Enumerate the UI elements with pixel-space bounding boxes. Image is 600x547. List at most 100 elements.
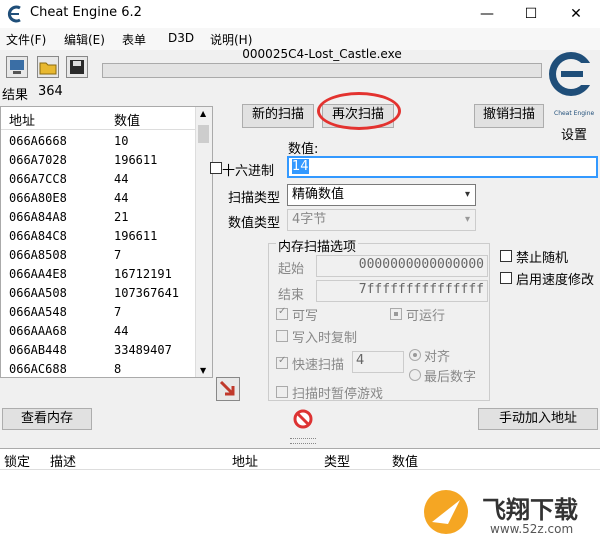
copy-on-write-label: 写入时复制 [292,331,358,346]
memory-options-title: 内存扫描选项 [276,236,359,255]
copy-on-write-checkbox[interactable] [276,330,288,342]
list-scrollbar[interactable]: ▲ ▼ [195,107,212,377]
window-title: Cheat Engine 6.2 [30,5,142,20]
list-item[interactable]: 066AB448 33489407 [1,343,196,361]
row-value: 33489407 [114,343,172,357]
col-table-address[interactable]: 地址 [232,451,258,470]
hex-checkbox[interactable] [210,162,222,174]
pause-label: 扫描时暂停游戏 [292,387,384,402]
row-value: 7 [114,305,122,319]
row-value: 107367641 [114,286,180,300]
row-address: 066A8508 [9,248,67,262]
maximize-button[interactable]: ☐ [509,0,553,28]
list-item[interactable]: 066AA4E8 16712191 [1,267,196,285]
row-address: 066AAA68 [9,324,67,338]
row-address: 066AA508 [9,286,67,300]
no-random-checkbox[interactable] [500,250,512,262]
results-list[interactable]: 地址 数值 066A6668 10 066A7028 196611 066A7CC8 44… [0,106,213,378]
executable-checkbox[interactable] [390,308,402,320]
list-item[interactable]: 066A8508 7 [1,248,196,266]
col-description[interactable]: 描述 [50,451,76,470]
new-scan-button[interactable]: 新的扫描 [242,104,314,128]
watermark-logo-icon [424,490,468,534]
process-name: 000025C4-Lost_Castle.exe [242,47,402,61]
list-item[interactable]: 066AA508 107367641 [1,286,196,304]
col-table-value[interactable]: 数值 [392,451,418,470]
watermark-url: www.52z.com [490,522,574,536]
row-address: 066A84C8 [9,229,67,243]
list-item[interactable]: 066A80E8 44 [1,191,196,209]
add-address-button[interactable]: 手动加入地址 [478,408,598,430]
row-value: 44 [114,324,129,338]
list-item[interactable]: 066A7CC8 44 [1,172,196,190]
list-item[interactable]: 066AAA68 44 [1,324,196,342]
minimize-button[interactable]: — [465,0,509,28]
fast-scan-checkbox[interactable]: ✓ [276,355,288,369]
writable-checkbox[interactable]: ✓ [276,306,288,320]
red-arrow-icon [219,380,235,396]
open-folder-icon[interactable] [37,56,59,78]
row-value: 7 [114,248,122,262]
row-value: 196611 [114,153,158,167]
stop-icon[interactable] [292,408,314,430]
scan-type-select[interactable]: 精确数值 ▾ [287,184,476,206]
menu-d3d[interactable]: D3D [168,31,194,45]
save-icon[interactable] [66,56,88,78]
settings-label[interactable]: 设置 [561,124,587,143]
menu-help[interactable]: 说明(H) [210,31,252,48]
align-radio[interactable] [409,349,421,361]
value-type-label: 数值类型 [228,216,281,231]
menu-edit[interactable]: 编辑(E) [64,31,105,48]
writable-label: 可写 [292,309,319,324]
col-value[interactable]: 数值 [114,110,140,129]
value-input[interactable]: 14 [287,156,598,178]
last-digits-label: 最后数字 [424,370,477,385]
row-address: 066AA548 [9,305,67,319]
row-address: 066AA4E8 [9,267,67,281]
end-address-input[interactable]: 7fffffffffffffff [316,280,488,302]
col-type[interactable]: 类型 [324,451,350,470]
align-label: 对齐 [424,350,451,365]
add-to-list-button[interactable] [216,377,240,401]
row-value: 8 [114,362,122,376]
row-value: 44 [114,191,129,205]
close-button[interactable]: ✕ [554,0,598,28]
pause-checkbox[interactable] [276,386,288,398]
row-value: 16712191 [114,267,172,281]
list-item[interactable]: 066AC688 8 [1,362,196,377]
view-memory-button[interactable]: 查看内存 [2,408,92,430]
col-address[interactable]: 地址 [9,110,35,129]
row-value: 10 [114,134,129,148]
open-process-icon[interactable] [6,56,28,78]
logo-text: Cheat Engine [554,110,595,117]
list-item[interactable]: 066A6668 10 [1,134,196,152]
list-item[interactable]: 066AA548 7 [1,305,196,323]
start-label: 起始 [278,262,305,277]
col-lock[interactable]: 锁定 [4,451,30,470]
menu-table[interactable]: 表单 [122,31,146,48]
speedhack-label: 启用速度修改 [516,273,595,288]
row-address: 066AC688 [9,362,67,376]
scroll-thumb[interactable] [198,125,209,143]
speedhack-checkbox[interactable] [500,272,512,284]
list-item[interactable]: 066A84A8 21 [1,210,196,228]
fast-scan-input[interactable]: 4 [352,351,404,373]
row-address: 066AB448 [9,343,67,357]
fast-scan-label: 快速扫描 [292,358,345,373]
splitter-handle[interactable] [290,438,316,444]
menu-file[interactable]: 文件(F) [6,31,46,48]
watermark-brand: 飞翔下载 [482,496,578,524]
value-type-select[interactable]: 4字节 ▾ [287,209,476,231]
row-address: 066A7CC8 [9,172,67,186]
list-item[interactable]: 066A7028 196611 [1,153,196,171]
list-item[interactable]: 066A84C8 196611 [1,229,196,247]
row-value: 196611 [114,229,158,243]
cheat-engine-icon [7,5,21,23]
list-header: 地址 数值 [1,107,196,130]
last-digits-radio[interactable] [409,369,421,381]
no-random-label: 禁止随机 [516,251,569,266]
row-address: 066A7028 [9,153,67,167]
undo-scan-button[interactable]: 撤销扫描 [474,104,544,128]
results-label: 结果 [2,88,29,103]
start-address-input[interactable]: 0000000000000000 [316,255,488,277]
